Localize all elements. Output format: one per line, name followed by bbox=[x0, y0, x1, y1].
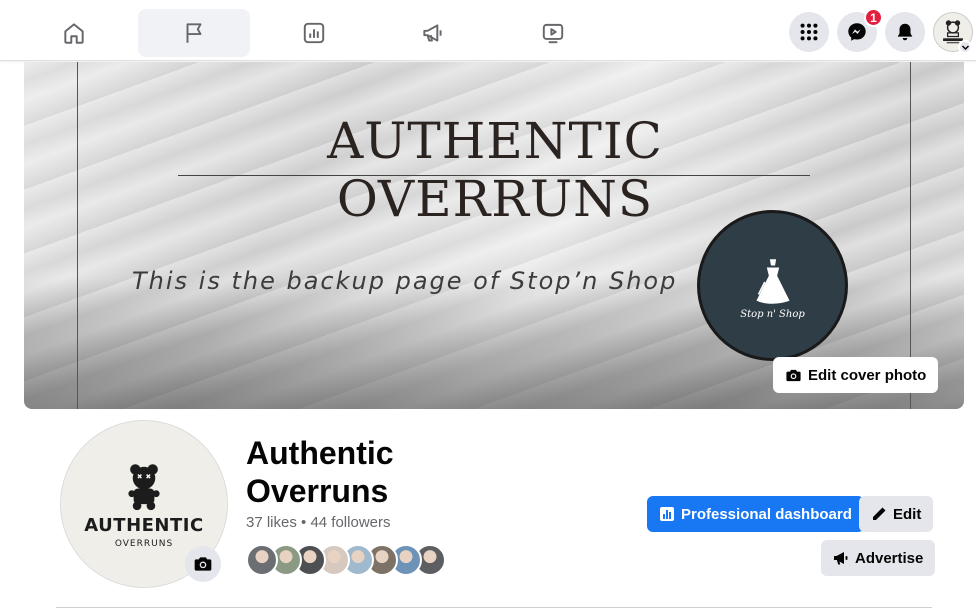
tab-ads[interactable] bbox=[377, 9, 489, 57]
edit-label: Edit bbox=[893, 505, 922, 523]
profile-brand-subtext: OVERRUNS bbox=[114, 539, 174, 549]
cover-title-underline bbox=[178, 175, 810, 176]
cover-shop-logo: Stop n' Shop bbox=[697, 210, 848, 361]
chart-icon bbox=[303, 22, 325, 44]
follower-avatars[interactable] bbox=[246, 544, 446, 576]
edit-cover-photo-button[interactable]: Edit cover photo bbox=[773, 357, 939, 393]
page-title: Authentic Overruns bbox=[246, 435, 394, 509]
home-icon bbox=[64, 23, 84, 44]
camera-icon bbox=[786, 369, 801, 381]
tab-home[interactable] bbox=[18, 9, 130, 57]
page-stats[interactable]: 37 likes • 44 followers bbox=[246, 514, 391, 531]
tab-watch[interactable] bbox=[497, 9, 609, 57]
cover-frame-line-left bbox=[77, 62, 78, 409]
chart-icon bbox=[660, 507, 674, 521]
chevron-down-icon bbox=[961, 44, 969, 50]
professional-dashboard-button[interactable]: Professional dashboard bbox=[647, 496, 864, 532]
pencil-icon bbox=[873, 507, 886, 520]
cover-tagline: This is the backup page of Stop’n Shop bbox=[132, 267, 678, 295]
megaphone-icon bbox=[834, 552, 848, 565]
advertise-button[interactable]: Advertise bbox=[821, 540, 936, 576]
account-menu-chevron[interactable] bbox=[958, 40, 972, 54]
camera-icon bbox=[194, 557, 212, 571]
messenger-icon bbox=[848, 23, 866, 41]
section-divider bbox=[56, 607, 932, 608]
tab-insights[interactable] bbox=[258, 9, 370, 57]
follower-avatar[interactable] bbox=[246, 544, 278, 576]
edit-cover-label: Edit cover photo bbox=[808, 366, 927, 384]
video-icon bbox=[542, 23, 564, 44]
notifications-button[interactable] bbox=[885, 12, 925, 52]
advertise-label: Advertise bbox=[855, 549, 924, 567]
grid-menu-icon bbox=[800, 23, 818, 41]
cover-photo: AUTHENTIC OVERRUNS This is the backup pa… bbox=[24, 62, 964, 409]
professional-dashboard-label: Professional dashboard bbox=[681, 505, 852, 523]
megaphone-icon bbox=[423, 24, 442, 42]
dress-icon bbox=[755, 259, 790, 304]
update-profile-picture-button[interactable] bbox=[185, 546, 221, 582]
cover-logo-text: Stop n' Shop bbox=[740, 309, 805, 320]
top-navigation: 1 bbox=[0, 0, 976, 61]
notification-badge: 1 bbox=[864, 8, 883, 27]
flag-icon bbox=[186, 23, 202, 43]
bear-logo-icon bbox=[128, 464, 160, 511]
cover-title: AUTHENTIC OVERRUNS bbox=[327, 112, 663, 228]
messenger-button[interactable]: 1 bbox=[837, 8, 883, 52]
profile-brand-text: AUTHENTIC bbox=[84, 515, 204, 536]
bell-icon bbox=[897, 23, 913, 41]
tab-pages[interactable] bbox=[138, 9, 250, 57]
edit-button[interactable]: Edit bbox=[859, 496, 934, 532]
menu-button[interactable] bbox=[789, 12, 829, 52]
